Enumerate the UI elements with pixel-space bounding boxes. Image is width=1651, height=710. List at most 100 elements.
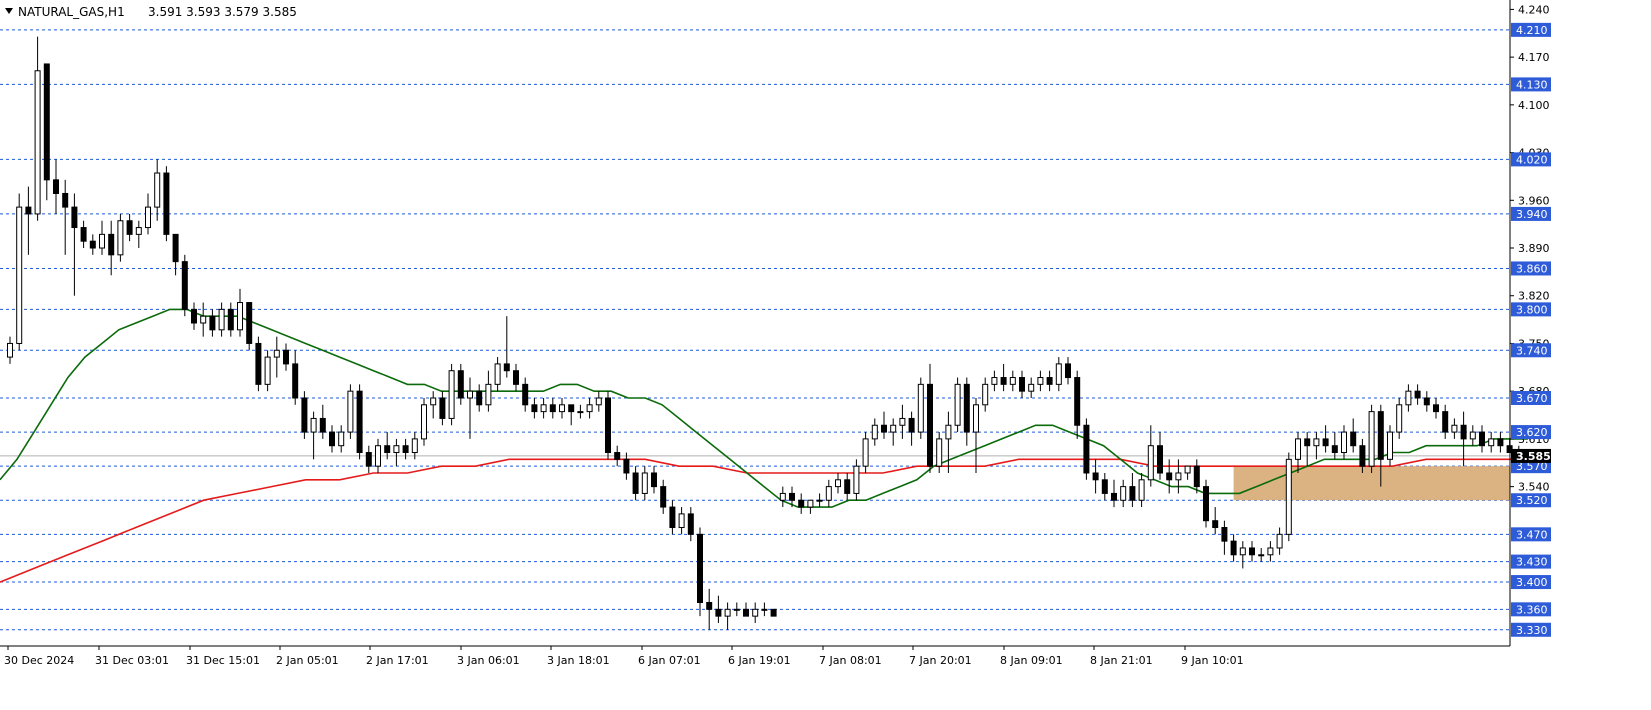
candle-body xyxy=(1147,445,1154,481)
level-price-tag-text: 3.620 xyxy=(1516,426,1548,439)
level-price-tag-text: 3.470 xyxy=(1516,528,1548,541)
candle-body xyxy=(1350,431,1357,447)
candle-body xyxy=(1442,411,1449,433)
candle-body xyxy=(927,383,933,467)
candle xyxy=(917,377,924,439)
candle-body xyxy=(439,397,446,419)
x-tick-label: 2 Jan 17:01 xyxy=(366,654,429,667)
candle-body xyxy=(844,479,851,494)
ohlc-readout: 3.591 3.593 3.579 3.585 xyxy=(148,5,297,19)
candle xyxy=(697,527,703,617)
candle-body xyxy=(1460,424,1467,440)
level-price-tag: 3.470 xyxy=(1511,527,1551,542)
chart-canvas[interactable]: 4.2404.1704.1004.0303.9603.8903.8203.750… xyxy=(0,0,1651,706)
candle-body xyxy=(237,302,243,331)
candle-body xyxy=(1276,533,1283,549)
candle xyxy=(356,384,363,460)
x-tick-label: 6 Jan 07:01 xyxy=(638,654,701,667)
level-price-tag-text: 4.130 xyxy=(1516,78,1548,91)
level-price-tag: 4.020 xyxy=(1511,152,1551,167)
candle xyxy=(770,608,777,617)
current-price-tag-text: 3.585 xyxy=(1516,450,1551,463)
candle xyxy=(16,193,23,351)
candle-body xyxy=(715,608,722,617)
candle-body xyxy=(973,404,979,433)
candle xyxy=(1203,479,1209,528)
candle-body xyxy=(807,499,814,508)
candle xyxy=(347,384,354,439)
candle-body xyxy=(825,486,832,501)
candle-body xyxy=(531,404,538,413)
candle-body xyxy=(798,499,805,508)
candle-body xyxy=(835,479,841,488)
candle-body xyxy=(246,302,253,344)
price-chart[interactable]: 4.2404.1704.1004.0303.9603.8903.8203.750… xyxy=(0,0,1651,706)
candle-body xyxy=(273,349,280,358)
candle-body xyxy=(1212,520,1219,529)
candle-body xyxy=(494,363,501,385)
candle-body xyxy=(135,227,142,235)
candle-body xyxy=(706,602,713,610)
x-tick-label: 3 Jan 06:01 xyxy=(457,654,520,667)
candle-body xyxy=(126,220,133,235)
candle-body xyxy=(99,233,105,249)
x-tick-label: 2 Jan 05:01 xyxy=(276,654,339,667)
candle-body xyxy=(1101,479,1108,494)
candle-body xyxy=(43,63,50,181)
level-price-tag: 3.740 xyxy=(1511,343,1551,358)
candle-body xyxy=(1433,404,1439,413)
candle-body xyxy=(1341,431,1347,454)
candle-body xyxy=(697,533,703,604)
candle-body xyxy=(1359,445,1366,467)
candle-body xyxy=(1285,458,1292,535)
candle xyxy=(954,377,961,433)
candle-body xyxy=(1175,472,1182,481)
x-tick-label: 6 Jan 19:01 xyxy=(728,654,791,667)
candle-body xyxy=(789,492,795,501)
candle xyxy=(255,336,262,392)
candle-body xyxy=(899,417,906,426)
candle xyxy=(163,166,170,242)
candle-body xyxy=(1193,465,1200,488)
candle-body xyxy=(881,424,887,433)
y-tick-label: 4.100 xyxy=(1518,99,1550,112)
candle-body xyxy=(917,383,924,433)
candle-body xyxy=(1322,438,1329,447)
candle-body xyxy=(540,404,547,413)
candle-body xyxy=(356,390,363,454)
candle-body xyxy=(1267,547,1274,556)
candle-body xyxy=(660,486,667,508)
candle-body xyxy=(218,308,225,331)
candle-body xyxy=(1203,486,1209,522)
candle-body xyxy=(1009,377,1016,385)
candle-body xyxy=(365,452,372,467)
candle-body xyxy=(651,472,657,488)
candle-body xyxy=(1129,486,1136,501)
candle-body xyxy=(347,390,354,433)
candle-body xyxy=(1331,445,1338,454)
candle-body xyxy=(1469,431,1476,440)
candle-body xyxy=(1258,554,1265,557)
candle-body xyxy=(264,356,271,385)
candle-body xyxy=(779,492,786,501)
candle-body xyxy=(71,206,78,229)
candle-body xyxy=(890,424,897,433)
candle xyxy=(181,254,188,317)
candle-body xyxy=(62,192,69,208)
level-price-tag: 3.800 xyxy=(1511,302,1551,317)
candle-body xyxy=(476,390,483,406)
candle-body xyxy=(457,370,464,399)
candle-body xyxy=(421,404,427,440)
level-price-tag-text: 3.330 xyxy=(1516,624,1548,637)
candle-body xyxy=(595,397,602,406)
candle-body xyxy=(963,383,970,433)
candle-body xyxy=(53,179,59,194)
x-tick-label: 31 Dec 03:01 xyxy=(95,654,169,667)
candle-body xyxy=(770,608,777,617)
candle-body xyxy=(1451,424,1458,433)
candle-body xyxy=(1055,363,1062,385)
candle-body xyxy=(108,233,115,256)
candle-body xyxy=(117,220,124,256)
candle-body xyxy=(1221,527,1228,542)
candle-body xyxy=(982,383,989,406)
